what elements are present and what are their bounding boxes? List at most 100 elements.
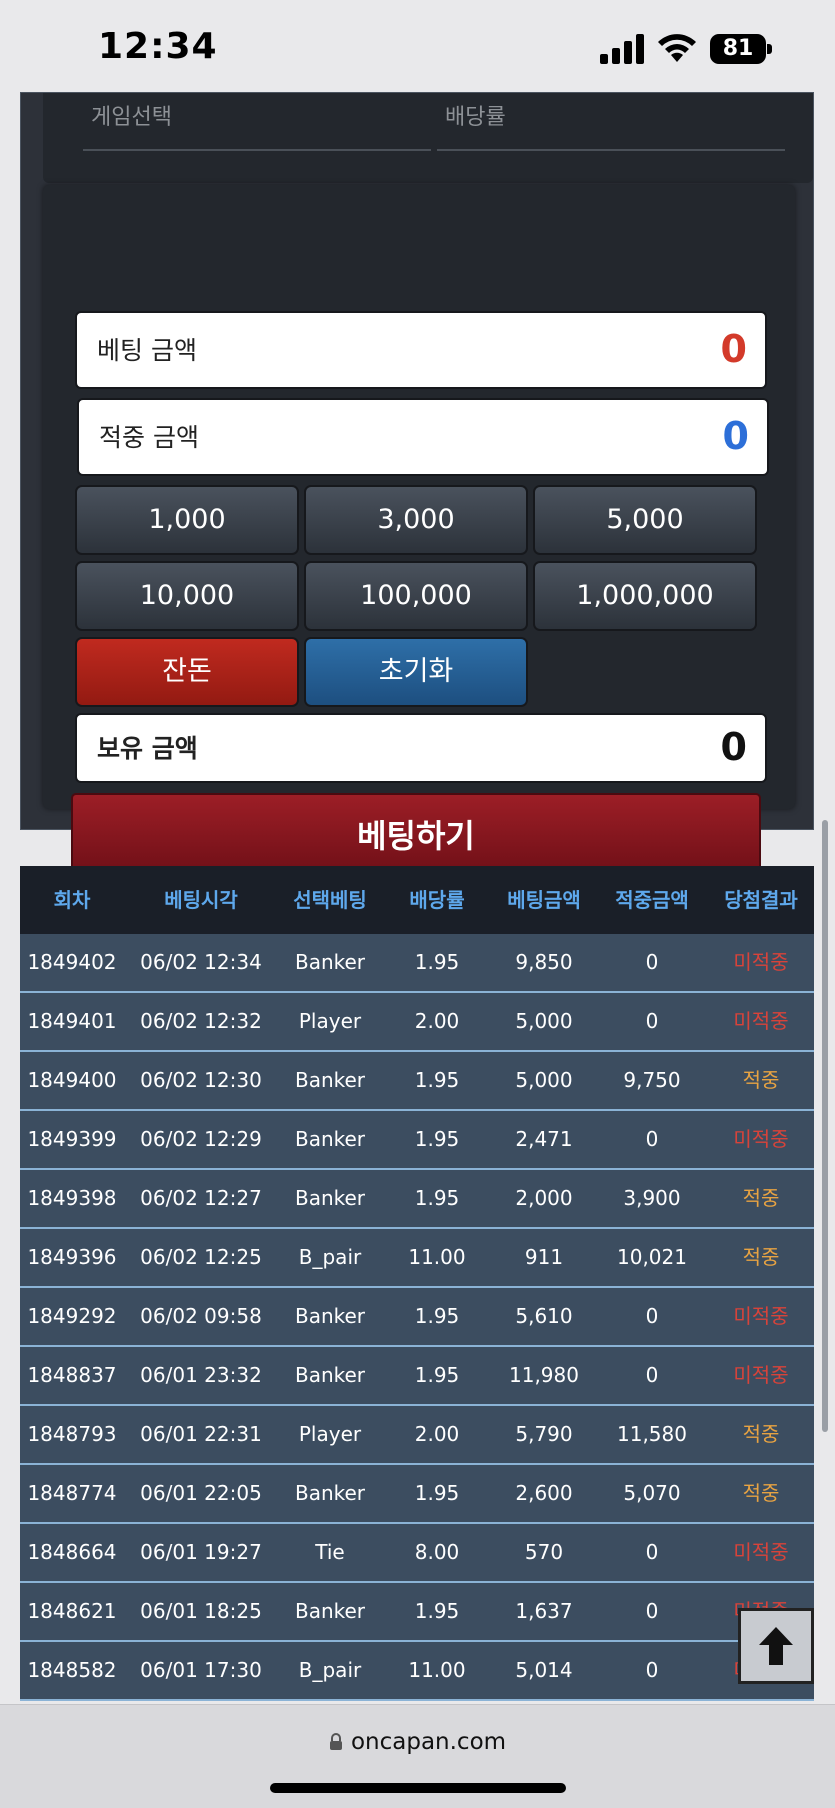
- odds-field[interactable]: 배당률: [437, 93, 785, 151]
- cell-result: 적중: [742, 1068, 780, 1092]
- holding-amount-value: 0: [720, 725, 747, 769]
- arrow-up-icon: [759, 1627, 793, 1665]
- table-row: 1849402 06/02 12:34 Banker 1.95 9,850 0 미적중: [20, 934, 814, 993]
- battery-level: 81: [710, 34, 766, 64]
- cell-bet-time: 06/01 18:25: [140, 1599, 262, 1623]
- chip-1000-button[interactable]: 1,000: [75, 485, 299, 555]
- table-row: 1848774 06/01 22:05 Banker 1.95 2,600 5,070 적중: [20, 1465, 814, 1524]
- url-text: oncapan.com: [350, 1729, 507, 1755]
- cell-bet-time: 06/02 12:32: [140, 1009, 262, 1033]
- browser-address-bar[interactable]: oncapan.com: [0, 1704, 835, 1808]
- cell-bet-amount: 570: [524, 1540, 564, 1564]
- header-bet-time: 베팅시각: [164, 888, 238, 912]
- cell-win-amount: 0: [645, 1009, 659, 1033]
- cell-result: 적중: [742, 1481, 780, 1505]
- cell-win-amount: 0: [645, 1658, 659, 1682]
- cell-bet-time: 06/01 23:32: [140, 1363, 262, 1387]
- cell-odds: 8.00: [414, 1540, 460, 1564]
- chip-1000000-button[interactable]: 1,000,000: [533, 561, 757, 631]
- cell-selection: Banker: [294, 1599, 366, 1623]
- cell-win-amount: 0: [645, 950, 659, 974]
- wifi-icon: [658, 34, 696, 62]
- header-win-amount: 적중금액: [615, 888, 689, 912]
- table-row: 1848664 06/01 19:27 Tie 8.00 570 0 미적중: [20, 1524, 814, 1583]
- cell-bet-time: 06/02 09:58: [140, 1304, 262, 1328]
- cell-round: 1848837: [27, 1363, 117, 1387]
- cell-bet-time: 06/02 12:30: [140, 1068, 262, 1092]
- cell-result: 미적중: [733, 950, 789, 974]
- cell-round: 1849400: [27, 1068, 117, 1092]
- table-body: 1849402 06/02 12:34 Banker 1.95 9,850 0 미적중 184…: [20, 934, 814, 1701]
- cell-win-amount: 11,580: [617, 1422, 687, 1446]
- battery-icon: 81: [710, 34, 772, 64]
- cell-bet-amount: 5,014: [515, 1658, 573, 1682]
- cell-selection: Banker: [294, 1127, 366, 1151]
- header-bet-amount: 베팅금액: [507, 888, 581, 912]
- cell-result: 미적중: [733, 1009, 789, 1033]
- table-row: 1849398 06/02 12:27 Banker 1.95 2,000 3,900 적중: [20, 1170, 814, 1229]
- cell-selection: Banker: [294, 1186, 366, 1210]
- chip-100000-button[interactable]: 100,000: [304, 561, 528, 631]
- cell-round: 1849396: [27, 1245, 117, 1269]
- cell-win-amount: 0: [645, 1127, 659, 1151]
- table-row: 1849400 06/02 12:30 Banker 1.95 5,000 9,750 적중: [20, 1052, 814, 1111]
- page-scrollbar[interactable]: [822, 820, 828, 1432]
- cell-odds: 1.95: [414, 1186, 460, 1210]
- cell-result: 미적중: [733, 1540, 789, 1564]
- cell-odds: 1.95: [414, 1599, 460, 1623]
- table-row: 1848837 06/01 23:32 Banker 1.95 11,980 0 미적중: [20, 1347, 814, 1406]
- chip-10000-button[interactable]: 10,000: [75, 561, 299, 631]
- cell-bet-time: 06/01 22:05: [140, 1481, 262, 1505]
- scroll-to-top-button[interactable]: [738, 1608, 814, 1684]
- cell-bet-amount: 5,790: [515, 1422, 573, 1446]
- table-row: 1849292 06/02 09:58 Banker 1.95 5,610 0 미적중: [20, 1288, 814, 1347]
- cell-bet-amount: 1,637: [515, 1599, 573, 1623]
- cell-round: 1849401: [27, 1009, 117, 1033]
- game-select-label: 게임선택: [91, 105, 172, 130]
- url-display[interactable]: oncapan.com: [0, 1729, 835, 1755]
- cell-odds: 1.95: [414, 1363, 460, 1387]
- holding-amount-label: 보유 금액: [97, 734, 198, 763]
- holding-amount-row: 보유 금액 0: [75, 713, 767, 783]
- cell-bet-time: 06/02 12:27: [140, 1186, 262, 1210]
- cellular-signal-icon: [600, 34, 644, 64]
- cell-bet-time: 06/02 12:29: [140, 1127, 262, 1151]
- cell-round: 1849402: [27, 950, 117, 974]
- cell-bet-amount: 11,980: [509, 1363, 579, 1387]
- win-amount-value: 0: [722, 414, 749, 458]
- header-round: 회차: [53, 888, 91, 912]
- table-row: 184858206/01 17:30B_pair11.005,0140미적중: [20, 1642, 814, 1701]
- header-odds: 배당률: [409, 888, 465, 912]
- cell-result: 적중: [742, 1422, 780, 1446]
- cell-bet-amount: 2,000: [515, 1186, 573, 1210]
- table-row: 1849396 06/02 12:25 B_pair 11.00 911 10,021 적중: [20, 1229, 814, 1288]
- status-bar: 12:34 81: [0, 0, 835, 92]
- cell-odds: 11.00: [408, 1658, 466, 1682]
- chip-5000-button[interactable]: 5,000: [533, 485, 757, 555]
- win-amount-row: 적중 금액 0: [77, 398, 769, 476]
- cell-odds: 11.00: [408, 1245, 466, 1269]
- cell-selection: Banker: [294, 950, 366, 974]
- cell-bet-amount: 5,610: [515, 1304, 573, 1328]
- cell-win-amount: 9,750: [623, 1068, 681, 1092]
- cell-round: 1848774: [27, 1481, 117, 1505]
- cell-win-amount: 0: [645, 1304, 659, 1328]
- cell-odds: 1.95: [414, 950, 460, 974]
- game-select-field[interactable]: 게임선택: [83, 93, 431, 151]
- balance-button[interactable]: 잔돈: [75, 637, 299, 707]
- cell-round: 1848664: [27, 1540, 117, 1564]
- cell-selection: Banker: [294, 1068, 366, 1092]
- cell-round: 1848582: [27, 1658, 117, 1682]
- cell-result: 미적중: [733, 1127, 789, 1151]
- cell-selection: B_pair: [298, 1658, 362, 1682]
- cell-win-amount: 5,070: [623, 1481, 681, 1505]
- betting-panel: 게임선택 배당률 베팅 금액 0 적중 금액 0 1,000 3,000 5,0…: [20, 92, 814, 879]
- cell-selection: Player: [298, 1422, 362, 1446]
- reset-button[interactable]: 초기화: [304, 637, 528, 707]
- cell-result: 미적중: [733, 1304, 789, 1328]
- cell-selection: Player: [298, 1009, 362, 1033]
- cell-result: 적중: [742, 1186, 780, 1210]
- chip-3000-button[interactable]: 3,000: [304, 485, 528, 555]
- status-time: 12:34: [98, 26, 218, 67]
- cell-bet-time: 06/01 22:31: [140, 1422, 262, 1446]
